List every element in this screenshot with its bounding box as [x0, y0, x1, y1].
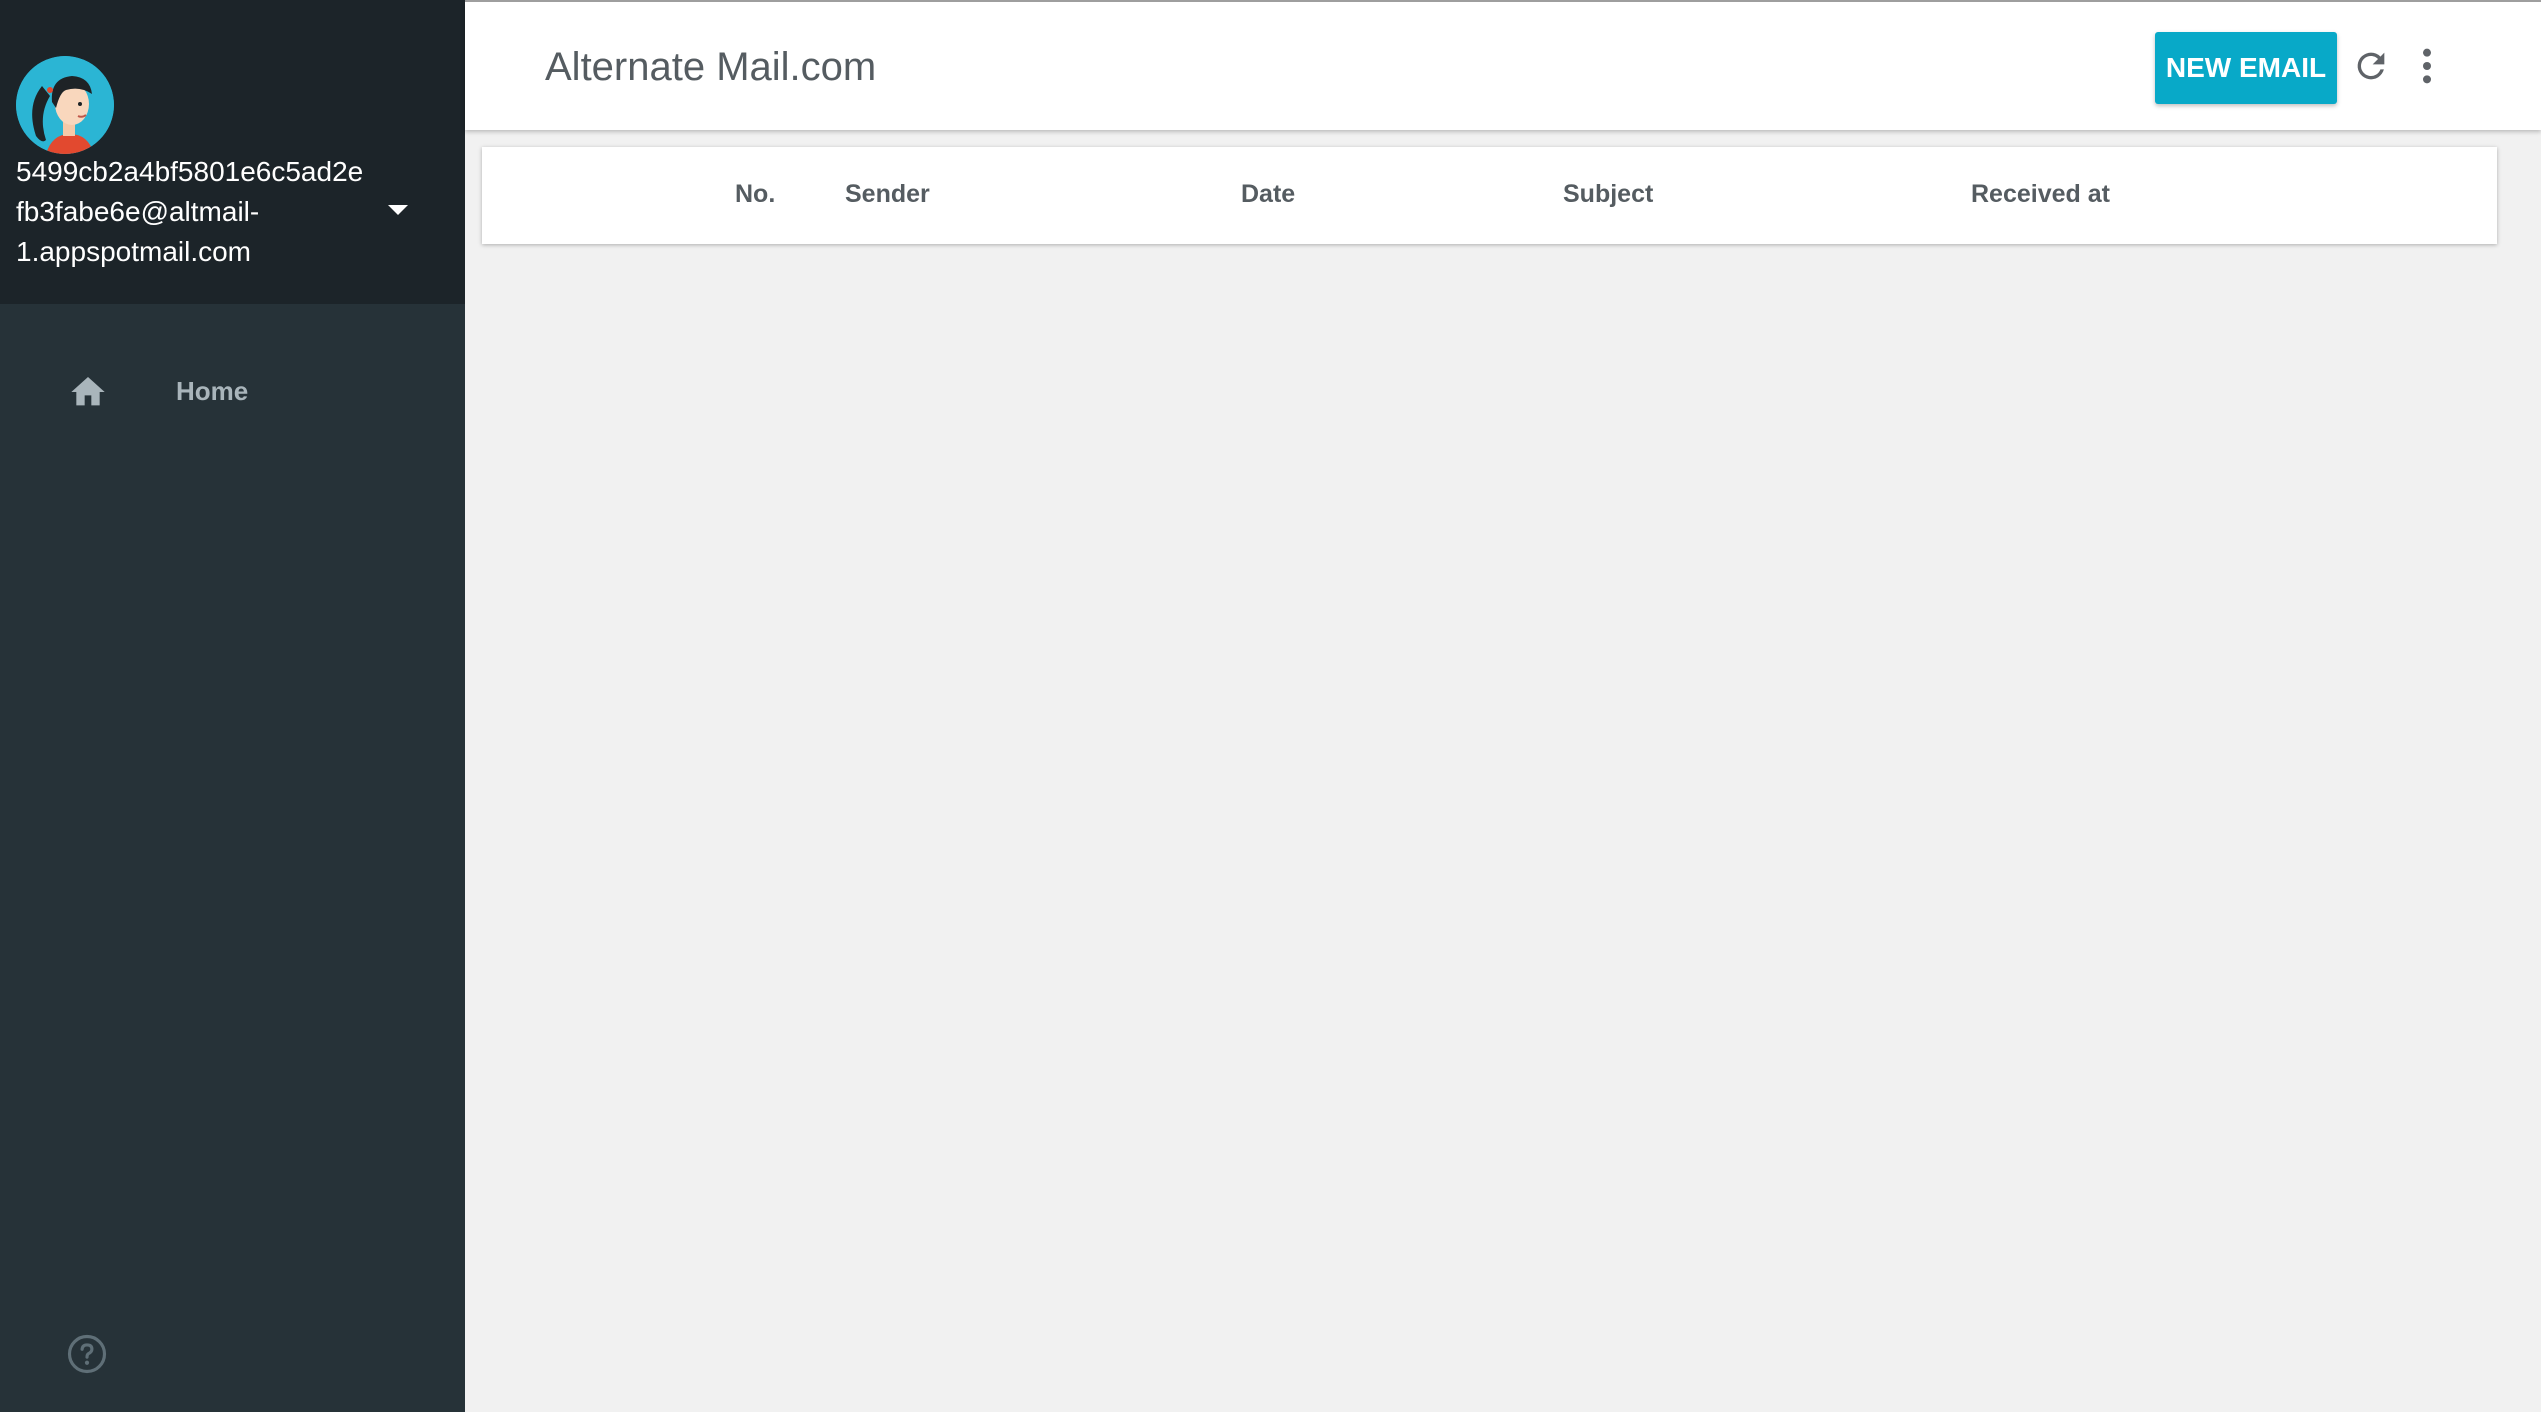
avatar-illustration — [16, 56, 114, 154]
sidebar-item-home[interactable]: Home — [0, 360, 465, 422]
account-email: 5499cb2a4bf5801e6c5ad2e fb3fabe6e@altmai… — [16, 156, 364, 267]
column-header-sender[interactable]: Sender — [845, 179, 930, 209]
column-header-subject[interactable]: Subject — [1563, 179, 1653, 209]
more-vert-icon[interactable] — [2417, 46, 2437, 86]
new-email-button[interactable]: NEW EMAIL — [2155, 32, 2337, 104]
help-circle-icon[interactable] — [66, 1333, 108, 1375]
app-root: 5499cb2a4bf5801e6c5ad2e fb3fabe6e@altmai… — [0, 0, 2541, 1412]
sidebar: 5499cb2a4bf5801e6c5ad2e fb3fabe6e@altmai… — [0, 0, 465, 1412]
refresh-icon[interactable] — [2351, 46, 2391, 86]
account-dropdown-caret-icon[interactable] — [388, 205, 408, 215]
page-title: Alternate Mail.com — [545, 45, 877, 89]
column-header-received-at[interactable]: Received at — [1971, 179, 2110, 209]
column-header-no[interactable]: No. — [735, 179, 775, 209]
sidebar-item-label: Home — [176, 376, 249, 406]
email-table: No. Sender Date Subject Received at — [482, 147, 2497, 244]
top-app-bar: Alternate Mail.com NEW EMAIL — [465, 0, 2541, 130]
column-header-date[interactable]: Date — [1241, 179, 1295, 209]
home-icon — [71, 377, 105, 406]
account-panel: 5499cb2a4bf5801e6c5ad2e fb3fabe6e@altmai… — [0, 0, 465, 304]
avatar[interactable] — [16, 56, 114, 154]
